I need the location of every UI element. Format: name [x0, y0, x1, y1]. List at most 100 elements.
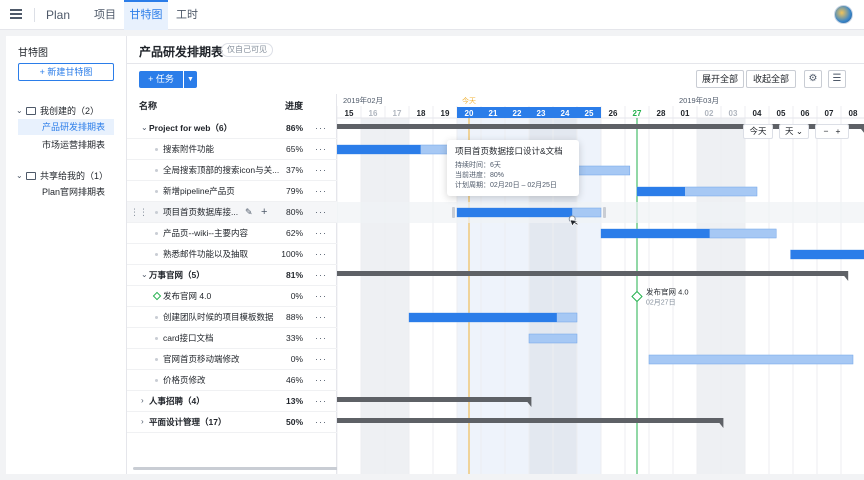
- chevron-down-icon[interactable]: ⌄: [141, 265, 148, 285]
- tab-projects[interactable]: 项目: [86, 0, 124, 30]
- zoom-out-button[interactable]: −: [823, 126, 828, 136]
- row-progress: 80%: [285, 207, 303, 217]
- bar-resize-handle-left[interactable]: [452, 207, 455, 218]
- gantt-grid: 名称 进度 ⌄ Project for web（6） 86% ··· 搜索附件功能 65%…: [127, 94, 864, 474]
- row-name: 全局搜索顶部的搜索icon与关...: [163, 165, 280, 175]
- new-gantt-button[interactable]: + 新建甘特图: [18, 63, 114, 81]
- task-bar-progress: [601, 229, 710, 238]
- sidebar-item-marketing-schedule[interactable]: 市场运营排期表: [18, 137, 114, 153]
- app-root: Plan 项目 甘特图 工时 甘特图 + 新建甘特图 ⌄ 我创建的（2） 产品研…: [0, 0, 864, 480]
- row-progress: 37%: [285, 165, 303, 175]
- chevron-down-icon: ⌄: [16, 106, 23, 115]
- chevron-right-icon[interactable]: ›: [141, 391, 144, 411]
- more-icon[interactable]: ···: [315, 118, 327, 138]
- table-row[interactable]: 官网首页移动端修改 0% ···: [127, 349, 337, 370]
- row-name: 发布官网 4.0: [163, 291, 212, 301]
- summary-bar[interactable]: [337, 418, 724, 423]
- group-row[interactable]: › 人事招聘（4） 13% ···: [127, 391, 337, 412]
- day-tick-label: 05: [777, 109, 786, 118]
- more-icon[interactable]: ···: [315, 160, 327, 180]
- day-tick-label: 04: [753, 109, 762, 118]
- more-icon[interactable]: ···: [315, 307, 327, 327]
- menu-icon[interactable]: [10, 9, 22, 19]
- add-task-button[interactable]: + 任务: [139, 71, 183, 88]
- row-name: 万事官网（5）: [149, 270, 205, 280]
- more-icon[interactable]: ···: [315, 328, 327, 348]
- more-icon[interactable]: ···: [315, 349, 327, 369]
- zoom-today-button[interactable]: 今天: [743, 124, 773, 139]
- group-row[interactable]: ⌄ 万事官网（5） 81% ···: [127, 265, 337, 286]
- sidebar-item-plan-site[interactable]: Plan官网排期表: [18, 184, 114, 200]
- summary-bar[interactable]: [337, 397, 532, 402]
- more-icon[interactable]: ···: [315, 412, 327, 432]
- group-shared[interactable]: ⌄ 共享给我的（1）: [16, 169, 108, 182]
- bullet-icon: [155, 190, 158, 193]
- collapse-all-button[interactable]: 收起全部: [746, 70, 796, 88]
- milestone-date: 02月27日: [646, 299, 676, 307]
- more-icon[interactable]: ···: [315, 181, 327, 201]
- zoom-in-button[interactable]: +: [836, 126, 841, 136]
- chevron-down-icon: ⌄: [16, 171, 23, 180]
- zoom-controls: − +: [815, 124, 849, 139]
- bullet-icon: [155, 379, 158, 382]
- chevron-right-icon[interactable]: ›: [141, 412, 144, 432]
- more-icon[interactable]: ···: [315, 265, 327, 285]
- more-icon[interactable]: ···: [315, 244, 327, 264]
- day-tick-label: 19: [441, 109, 450, 118]
- more-icon[interactable]: ···: [315, 286, 327, 306]
- avatar[interactable]: [834, 5, 853, 24]
- more-icon[interactable]: ···: [315, 139, 327, 159]
- task-bar[interactable]: [528, 333, 578, 344]
- task-bar[interactable]: [648, 354, 854, 365]
- more-icon[interactable]: ···: [315, 370, 327, 390]
- drag-handle-icon[interactable]: ⋮⋮: [130, 202, 148, 222]
- today-label: 今天: [462, 96, 476, 105]
- sidebar: 甘特图 + 新建甘特图 ⌄ 我创建的（2） 产品研发排期表 市场运营排期表 ⌄ …: [6, 36, 126, 474]
- day-tick-label: 22: [513, 109, 522, 118]
- chevron-down-icon[interactable]: ⌄: [141, 118, 148, 138]
- bullet-icon: [155, 316, 158, 319]
- day-tick-label: 17: [393, 109, 402, 118]
- table-row[interactable]: card接口文档 33% ···: [127, 328, 337, 349]
- more-icon[interactable]: ···: [315, 391, 327, 411]
- table-row[interactable]: 熟悉邮件功能以及抽取 100% ···: [127, 244, 337, 265]
- tab-timesheet[interactable]: 工时: [168, 0, 206, 30]
- row-progress: 50%: [285, 417, 303, 427]
- edit-icon[interactable]: ✎: [245, 202, 253, 222]
- row-name: Project for web（6）: [149, 123, 233, 133]
- summary-bar[interactable]: [337, 271, 849, 276]
- tooltip-progress: 当前进度：80%: [455, 172, 505, 179]
- bullet-icon: [155, 148, 158, 151]
- group-mine[interactable]: ⌄ 我创建的（2）: [16, 104, 99, 117]
- group-shared-label: 共享给我的（1）: [40, 171, 109, 181]
- table-row[interactable]: 价格页修改 46% ···: [127, 370, 337, 391]
- row-name: 平面设计管理（17）: [149, 417, 227, 427]
- zoom-unit-select[interactable]: 天 ⌄: [779, 124, 809, 139]
- sidebar-item-product-schedule[interactable]: 产品研发排期表: [18, 119, 114, 135]
- table-row[interactable]: 创建团队时候的项目模板数据 88% ···: [127, 307, 337, 328]
- group-row[interactable]: ⌄ Project for web（6） 86% ···: [127, 118, 337, 139]
- horizontal-scrollbar[interactable]: [133, 467, 365, 470]
- task-list: 名称 进度 ⌄ Project for web（6） 86% ··· 搜索附件功能 65%…: [127, 94, 365, 474]
- task-dropdown-button[interactable]: ▼: [184, 71, 197, 88]
- task-bar-progress: [337, 145, 421, 154]
- add-subtask-icon[interactable]: +: [261, 202, 267, 222]
- settings-button[interactable]: ⚙: [804, 70, 822, 88]
- expand-all-button[interactable]: 展开全部: [696, 70, 744, 88]
- list-view-button[interactable]: ☰: [828, 70, 846, 88]
- table-row[interactable]: 发布官网 4.0 0% ···: [127, 286, 337, 307]
- more-icon[interactable]: ···: [315, 202, 327, 222]
- tab-gantt[interactable]: 甘特图: [124, 0, 168, 30]
- table-row[interactable]: 产品页--wiki--主要内容 62% ···: [127, 223, 337, 244]
- folder-icon: [26, 106, 36, 115]
- bar-resize-handle-right[interactable]: [603, 207, 606, 218]
- more-icon[interactable]: ···: [315, 223, 327, 243]
- table-row[interactable]: 搜索附件功能 65% ···: [127, 139, 337, 160]
- table-row[interactable]: 新增pipeline产品页 79% ···: [127, 181, 337, 202]
- table-row[interactable]: 全局搜索顶部的搜索icon与关... 37% ···: [127, 160, 337, 181]
- group-row[interactable]: › 平面设计管理（17） 50% ···: [127, 412, 337, 433]
- task-tooltip: 项目首页数据接口设计&文档 持续时间：6天 当前进度：80% 计划周期：02月2…: [447, 140, 579, 196]
- plus-icon: +: [148, 74, 156, 84]
- table-row[interactable]: 项目首页数据库接... ⋮⋮ ✎ +80% ···: [127, 202, 337, 223]
- row-name: 项目首页数据库接...: [163, 207, 239, 217]
